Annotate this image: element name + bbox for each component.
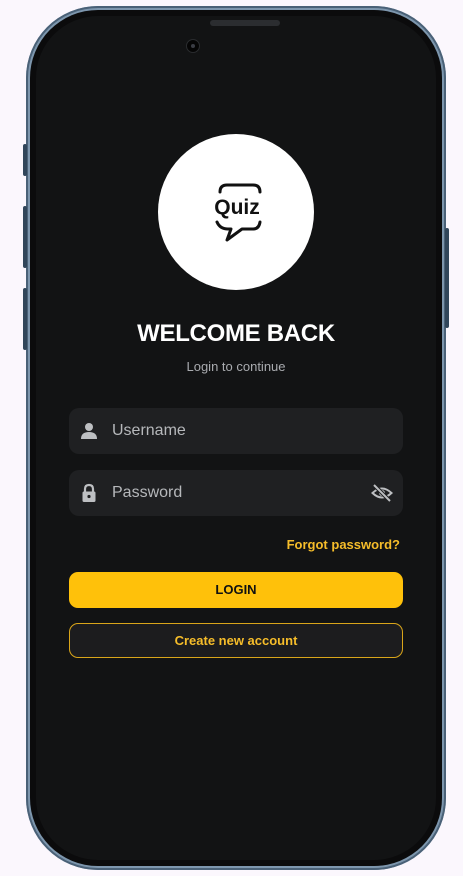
username-placeholder: Username — [112, 422, 186, 439]
action-button — [23, 144, 27, 176]
volume-up-button — [23, 206, 27, 268]
create-account-button[interactable]: Create new account — [69, 623, 403, 658]
person-icon — [81, 423, 97, 439]
page-subtitle: Login to continue — [186, 359, 286, 374]
volume-down-button — [23, 288, 27, 350]
app-screen: Quiz WELCOME BACK Login to continue User… — [36, 16, 436, 860]
page-title: WELCOME BACK — [137, 320, 335, 347]
logo-text: Quiz — [214, 196, 260, 219]
forgot-password-link[interactable]: Forgot password? — [287, 537, 400, 552]
front-camera — [186, 39, 200, 53]
password-placeholder: Password — [112, 484, 183, 501]
phone-frame: Quiz WELCOME BACK Login to continue User… — [23, 6, 449, 870]
lock-icon — [82, 483, 96, 502]
eye-off-icon[interactable] — [371, 483, 393, 503]
speaker-grille — [210, 20, 280, 26]
password-field[interactable]: Password — [69, 470, 403, 516]
username-field[interactable]: Username — [69, 408, 403, 454]
app-logo: Quiz — [158, 134, 314, 290]
login-button[interactable]: LOGIN — [69, 572, 403, 608]
power-button — [445, 228, 449, 328]
quiz-bubble-icon: Quiz — [214, 183, 262, 242]
